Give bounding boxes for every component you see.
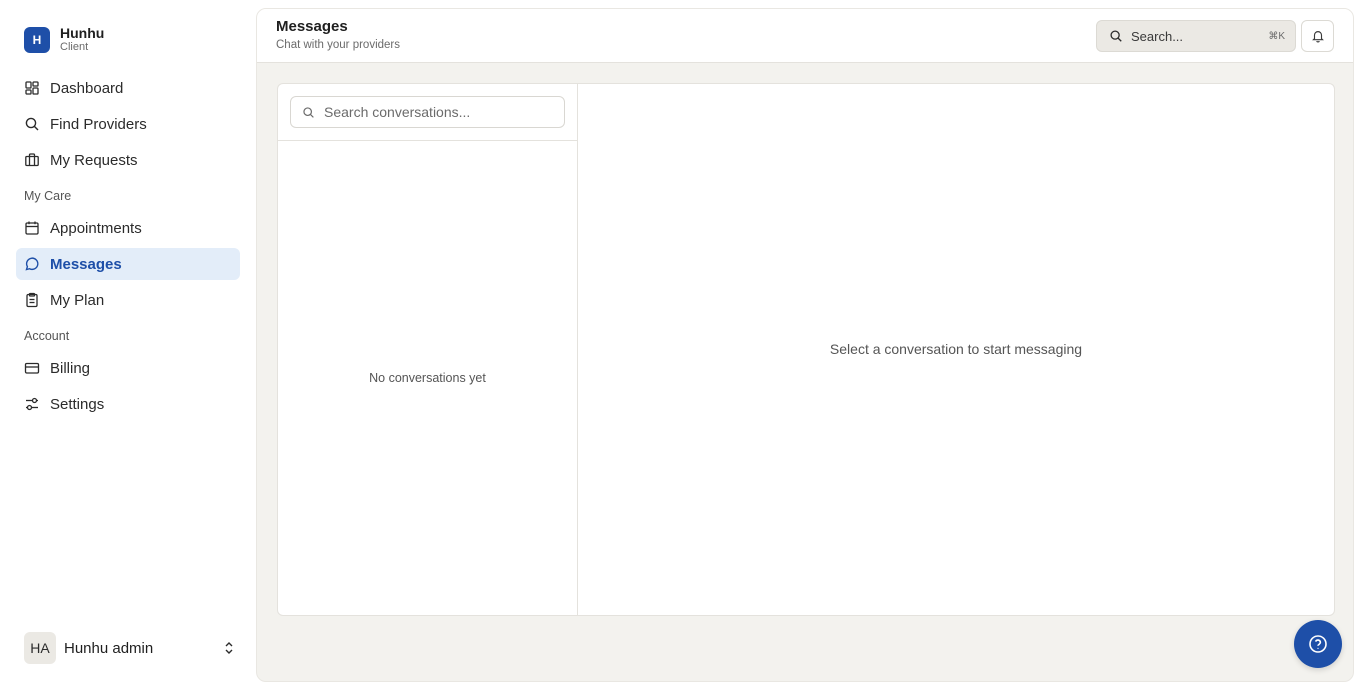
sidebar-item-label: Dashboard bbox=[50, 79, 124, 97]
sidebar-item-billing[interactable]: Billing bbox=[16, 352, 240, 384]
sidebar-item-label: Appointments bbox=[50, 219, 142, 237]
sidebar-nav: Dashboard Find Providers My Requests My … bbox=[16, 72, 240, 424]
messages-card: No conversations yet Select a conversati… bbox=[277, 83, 1335, 616]
avatar: HA bbox=[24, 632, 56, 664]
sidebar-item-label: Messages bbox=[50, 255, 122, 273]
brand-name: Hunhu bbox=[60, 25, 105, 41]
user-name: Hunhu admin bbox=[64, 639, 154, 657]
sidebar-item-label: Billing bbox=[50, 359, 91, 377]
help-circle-icon bbox=[1309, 635, 1327, 653]
sidebar-item-messages[interactable]: Messages bbox=[16, 248, 240, 280]
section-heading-my-care: My Care bbox=[24, 189, 72, 203]
sidebar-item-label: My Plan bbox=[50, 291, 105, 309]
keyboard-shortcut: ⌘K bbox=[1268, 30, 1285, 42]
search-icon bbox=[303, 106, 314, 118]
search-icon bbox=[1110, 30, 1122, 42]
conversation-search-bar bbox=[278, 84, 577, 141]
user-menu-button[interactable]: HA Hunhu admin bbox=[24, 632, 240, 664]
main-panel: Messages Chat with your providers Search… bbox=[256, 8, 1354, 682]
global-search-button[interactable]: Search... ⌘K bbox=[1096, 20, 1296, 52]
sidebar-item-my-requests[interactable]: My Requests bbox=[16, 144, 240, 176]
brand[interactable]: H Hunhu Client bbox=[24, 26, 104, 53]
brand-role: Client bbox=[60, 41, 89, 53]
brand-logo: H bbox=[24, 26, 50, 53]
sliders-icon bbox=[26, 397, 38, 411]
search-icon bbox=[25, 117, 39, 131]
empty-conversations-text: No conversations yet bbox=[369, 371, 486, 385]
top-bar: Messages Chat with your providers Search… bbox=[257, 9, 1353, 63]
sidebar-item-label: Settings bbox=[50, 395, 105, 413]
page-title: Messages bbox=[276, 18, 348, 35]
credit-card-icon bbox=[24, 362, 40, 374]
calendar-icon bbox=[25, 221, 39, 235]
sidebar: H Hunhu Client Dashboard Find Providers … bbox=[0, 0, 256, 688]
sidebar-item-dashboard[interactable]: Dashboard bbox=[16, 72, 240, 104]
conversation-search-field[interactable] bbox=[290, 96, 565, 128]
sidebar-item-settings[interactable]: Settings bbox=[16, 388, 240, 420]
global-search-placeholder: Search... bbox=[1131, 28, 1184, 44]
notifications-button[interactable] bbox=[1301, 20, 1334, 52]
conversation-search-input[interactable] bbox=[324, 104, 544, 120]
sidebar-item-my-plan[interactable]: My Plan bbox=[16, 284, 240, 316]
dashboard-icon bbox=[25, 81, 39, 95]
page-subtitle: Chat with your providers bbox=[276, 39, 400, 51]
bell-icon bbox=[1311, 31, 1324, 43]
chat-placeholder-text: Select a conversation to start messaging bbox=[829, 341, 1083, 357]
sidebar-item-appointments[interactable]: Appointments bbox=[16, 212, 240, 244]
clipboard-icon bbox=[26, 292, 38, 308]
chevron-up-down-icon bbox=[225, 642, 233, 654]
sidebar-item-find-providers[interactable]: Find Providers bbox=[16, 108, 240, 140]
sidebar-item-label: My Requests bbox=[50, 151, 138, 169]
section-heading-account: Account bbox=[24, 329, 70, 343]
briefcase-icon bbox=[25, 153, 39, 167]
help-button[interactable] bbox=[1294, 620, 1342, 668]
sidebar-item-label: Find Providers bbox=[50, 115, 147, 133]
conversation-list: No conversations yet bbox=[278, 84, 578, 615]
message-circle-icon bbox=[25, 257, 39, 271]
chat-area: Select a conversation to start messaging bbox=[578, 84, 1334, 615]
